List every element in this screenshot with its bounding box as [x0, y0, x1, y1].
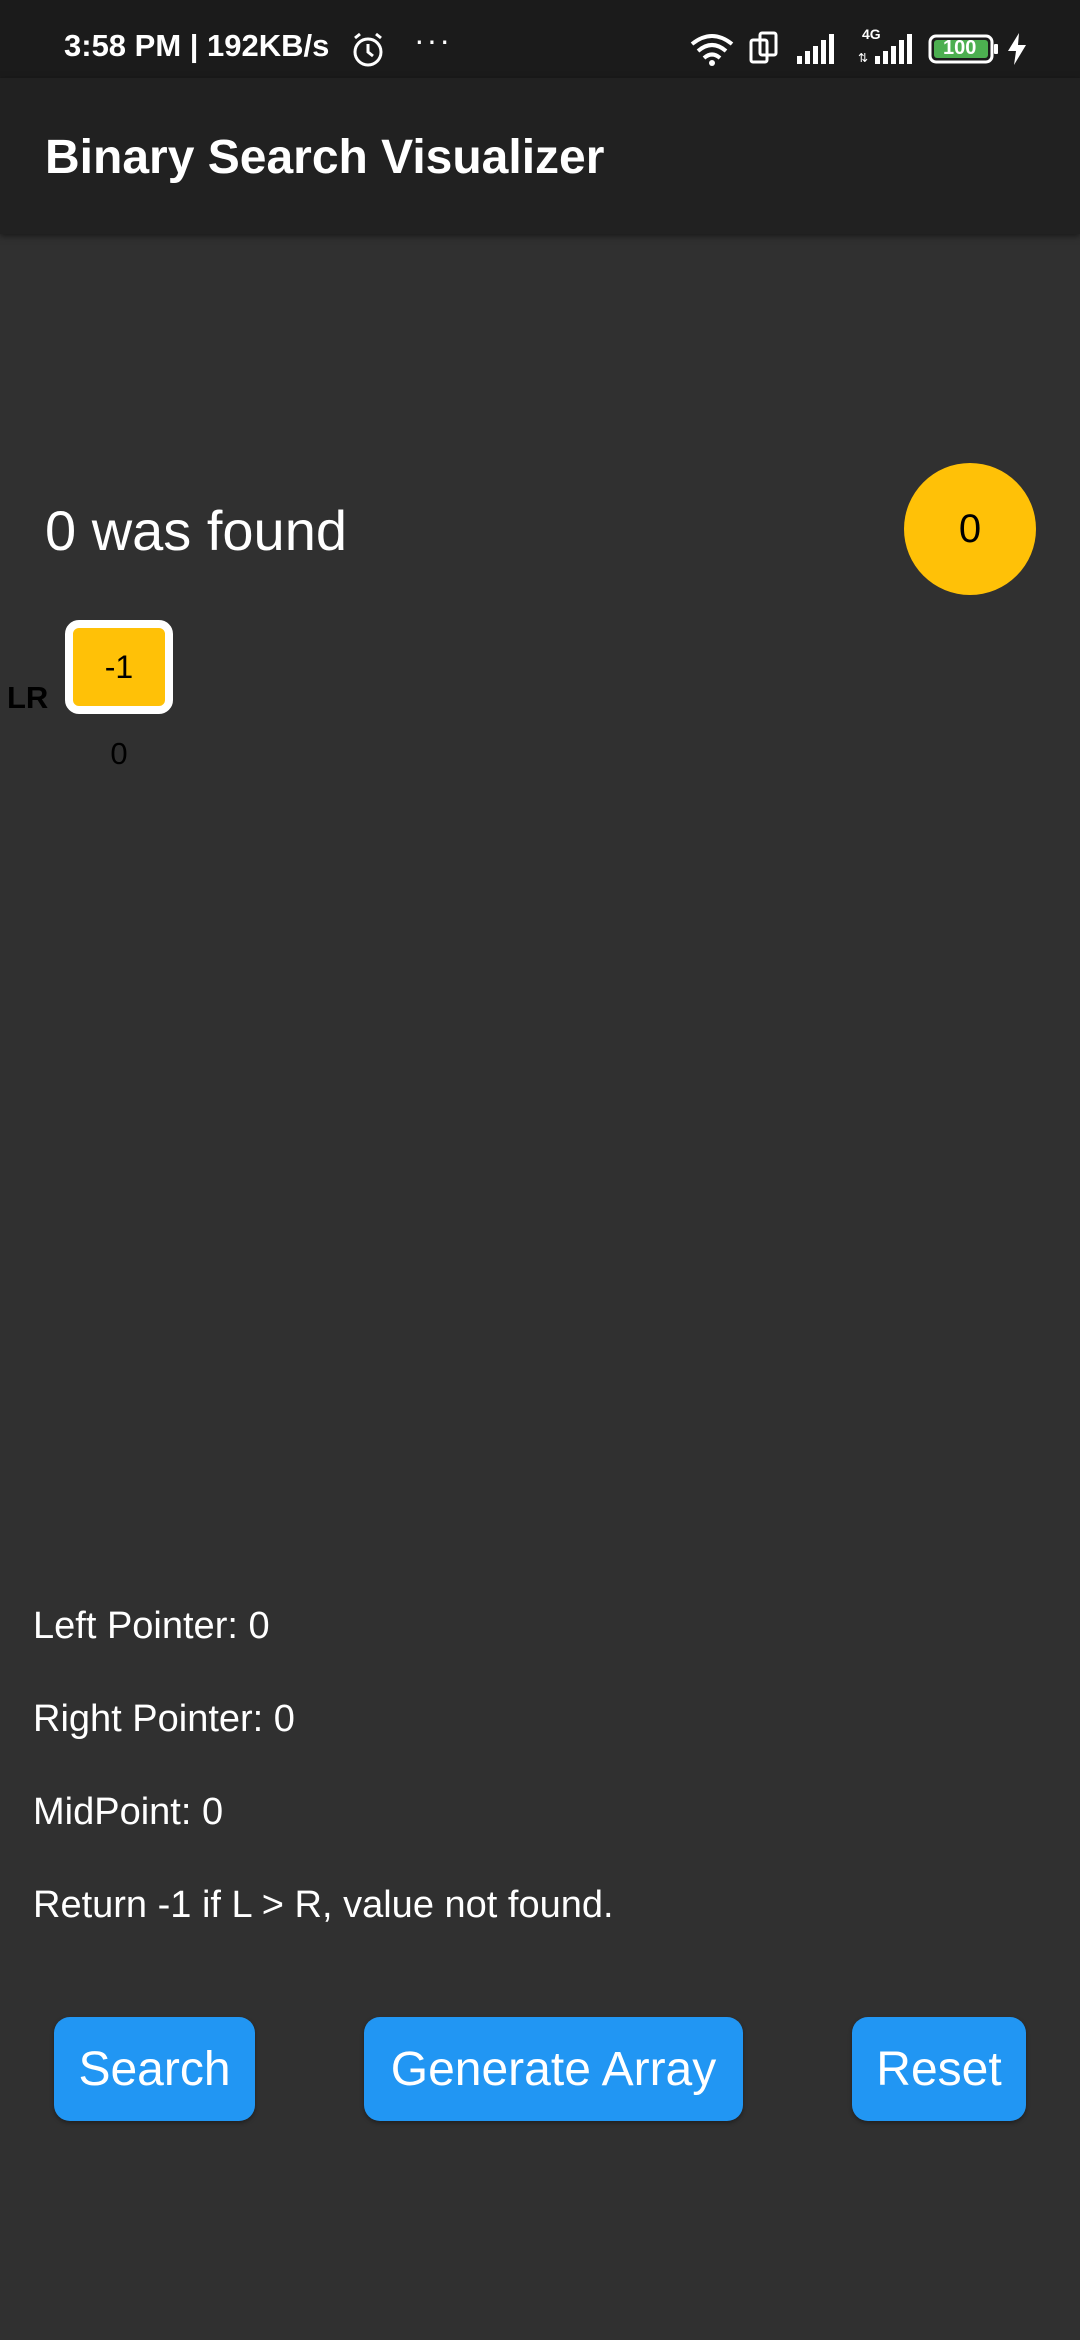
left-pointer-text: Left Pointer: 0	[33, 1605, 270, 1647]
search-result-message: 0 was found	[45, 499, 347, 562]
wifi-icon	[690, 34, 734, 66]
pointer-label: LR	[7, 680, 49, 715]
array-cell-index: 0	[110, 736, 128, 771]
midpoint-text: MidPoint: 0	[33, 1791, 224, 1833]
signal-4g-icon: ⇅	[858, 34, 912, 64]
target-value-circle: 0	[904, 463, 1036, 595]
generate-array-button[interactable]: Generate Array	[364, 2017, 743, 2121]
status-bar: 3:58 PM | 192KB/s ··· 4G ⇅ 100	[0, 0, 1080, 78]
app-bar: Binary Search Visualizer	[0, 78, 1080, 234]
page-title: Binary Search Visualizer	[45, 131, 605, 184]
alarm-icon	[350, 32, 386, 73]
array-cell-value: -1	[104, 648, 134, 685]
charging-icon	[1008, 33, 1026, 65]
reset-button[interactable]: Reset	[852, 2017, 1026, 2121]
search-button[interactable]: Search	[54, 2017, 255, 2121]
not-found-note: Return -1 if L > R, value not found.	[33, 1884, 614, 1926]
more-notifications-indicator: ···	[414, 22, 452, 58]
right-pointer-text: Right Pointer: 0	[33, 1698, 295, 1740]
screen-rotate-icon	[749, 31, 778, 64]
target-value: 0	[958, 506, 982, 551]
array-cell: -1	[65, 620, 173, 714]
status-time: 3:58 PM | 192KB/s	[64, 28, 330, 63]
signal-icon	[797, 34, 834, 64]
battery-level: 100	[943, 37, 977, 59]
svg-text:⇅: ⇅	[858, 51, 868, 64]
